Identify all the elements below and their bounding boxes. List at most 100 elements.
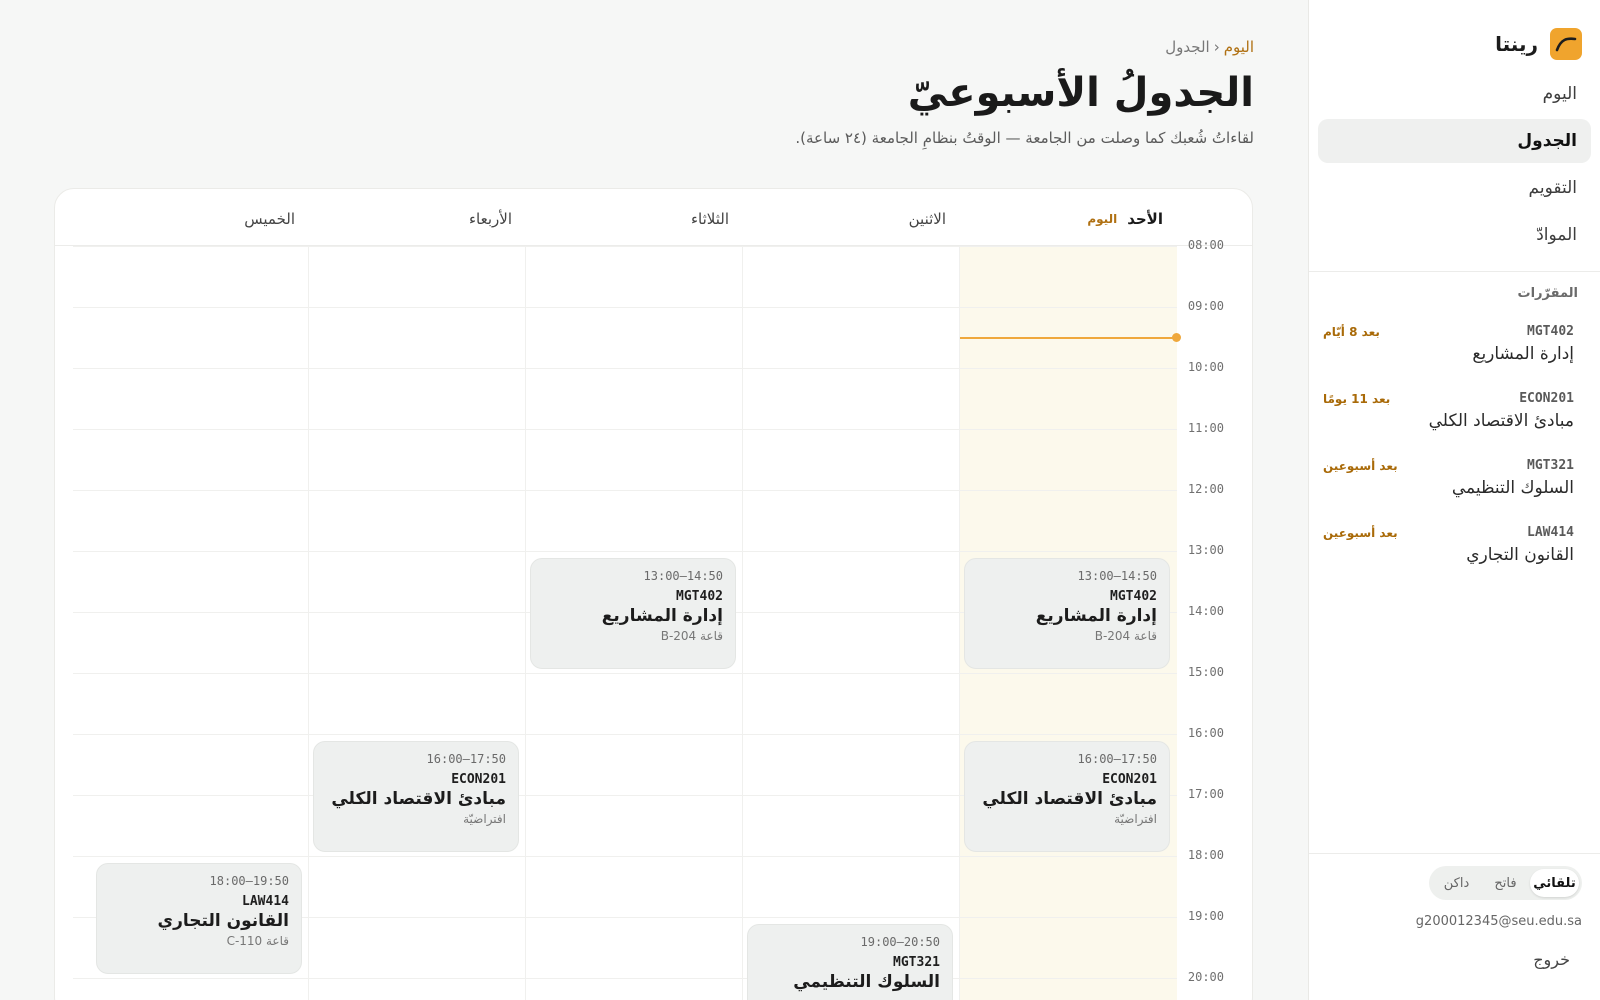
day-headers: الأحد اليوم الاثنين الثلاثاء الأربعاء الخميس: [55, 189, 1252, 246]
day-header: الثلاثاء: [691, 210, 729, 228]
event-time: 13:00–14:50: [1077, 569, 1157, 583]
class-event-mgt402[interactable]: 13:00–14:50 MGT402 إدارة المشاريع قاعة B-20…: [964, 558, 1170, 669]
event-location: افتراضيّة: [1114, 812, 1157, 826]
theme-switch: تلقائي فاتح داكن: [1429, 866, 1582, 900]
course-due-badge: بعد أسبوعين: [1323, 459, 1398, 473]
class-event-mgt321[interactable]: 19:00–20:50 MGT321 السلوك التنظيمي: [747, 924, 953, 1000]
main-nav: اليوم الجدول التقويم الموادّ: [1318, 72, 1591, 260]
event-title: إدارة المشاريع: [1035, 606, 1157, 626]
nav-item-label: التقويم: [1528, 178, 1577, 198]
hour-label: 16:00: [1187, 726, 1224, 740]
event-location: قاعة B-204: [1094, 629, 1157, 643]
day-column-divider: [525, 246, 526, 1000]
event-location: قاعة B-204: [660, 629, 723, 643]
hour-label: 08:00: [1187, 238, 1224, 252]
current-time-line: [960, 336, 1177, 339]
sidebar: رينتا اليوم الجدول التقويم الموادّ المقر…: [1308, 0, 1600, 1000]
course-item-mgt402[interactable]: MGT402 إدارة المشاريع بعد 8 أيّام: [1323, 317, 1582, 384]
class-event-mgt402[interactable]: 13:00–14:50 MGT402 إدارة المشاريع قاعة B-20…: [530, 558, 736, 669]
hour-gridline: [73, 246, 1177, 247]
course-title: إدارة المشاريع: [1472, 344, 1574, 364]
event-course-code: MGT321: [893, 955, 940, 970]
nav-item-label: الجدول: [1517, 131, 1577, 151]
course-due-badge: بعد أسبوعين: [1323, 526, 1398, 540]
day-column-divider: [742, 246, 743, 1000]
course-code: MGT321: [1527, 458, 1574, 473]
event-time: 16:00–17:50: [1077, 752, 1157, 766]
day-header-label: الخميس: [244, 210, 295, 228]
course-item-econ201[interactable]: ECON201 مبادئ الاقتصاد الكلي بعد 11 يومً…: [1323, 384, 1582, 451]
today-badge: اليوم: [1087, 212, 1118, 226]
class-event-econ201[interactable]: 16:00–17:50 ECON201 مبادئ الاقتصاد الكلي اف…: [313, 741, 519, 852]
day-header: الاثنين: [909, 210, 946, 228]
courses-heading: المقرّرات: [1517, 286, 1579, 301]
nav-item-schedule[interactable]: الجدول: [1318, 119, 1591, 163]
course-list: MGT402 إدارة المشاريع بعد 8 أيّام ECON20…: [1323, 317, 1582, 585]
course-item-mgt321[interactable]: MGT321 السلوك التنظيمي بعد أسبوعين: [1323, 451, 1582, 518]
event-title: إدارة المشاريع: [601, 606, 723, 626]
course-code: LAW414: [1527, 525, 1574, 540]
hour-gridline: [73, 429, 1177, 430]
hour-gridline: [73, 856, 1177, 857]
day-column-divider: [959, 246, 960, 1000]
class-event-law414[interactable]: 18:00–19:50 LAW414 القانون التجاري قاعة C-1…: [96, 863, 302, 974]
course-code: ECON201: [1519, 391, 1574, 406]
breadcrumb-separator: ‹: [1213, 38, 1220, 56]
current-time-dot: [1172, 333, 1181, 342]
course-item-law414[interactable]: LAW414 القانون التجاري بعد أسبوعين: [1323, 518, 1582, 585]
nav-item-materials[interactable]: الموادّ: [1318, 213, 1591, 257]
hour-label: 13:00: [1187, 543, 1224, 557]
hour-label: 14:00: [1187, 604, 1224, 618]
hour-label: 15:00: [1187, 665, 1224, 679]
logo-icon: [1550, 28, 1582, 60]
brand-name: رينتا: [1495, 32, 1538, 56]
breadcrumb: اليوم ‹ الجدول: [1165, 38, 1254, 56]
divider: [1309, 853, 1600, 854]
page-title: الجدولُ الأسبوعيّ: [907, 70, 1254, 116]
event-title: القانون التجاري: [157, 911, 289, 931]
theme-option-auto[interactable]: تلقائي: [1530, 869, 1579, 897]
weekly-calendar: الأحد اليوم الاثنين الثلاثاء الأربعاء الخميس …: [54, 188, 1253, 1000]
event-title: مبادئ الاقتصاد الكلي: [331, 789, 506, 809]
day-column-divider: [308, 246, 309, 1000]
nav-item-calendar[interactable]: التقويم: [1318, 166, 1591, 210]
breadcrumb-home[interactable]: اليوم: [1224, 38, 1254, 56]
day-header-label: الأحد: [1127, 210, 1163, 228]
day-header-label: الأربعاء: [468, 210, 512, 228]
event-location: افتراضيّة: [463, 812, 506, 826]
event-time: 16:00–17:50: [426, 752, 506, 766]
hour-gridline: [73, 673, 1177, 674]
divider: [1309, 271, 1600, 272]
event-course-code: ECON201: [1102, 772, 1157, 787]
hour-label: 10:00: [1187, 360, 1224, 374]
hour-label: 11:00: [1187, 421, 1224, 435]
logout-link[interactable]: خروج: [1533, 950, 1570, 969]
hour-label: 19:00: [1187, 909, 1224, 923]
course-due-badge: بعد 8 أيّام: [1323, 325, 1380, 339]
event-course-code: ECON201: [451, 772, 506, 787]
day-header: الأحد اليوم: [1087, 210, 1163, 228]
brand[interactable]: رينتا: [1495, 28, 1582, 60]
event-course-code: MGT402: [1110, 589, 1157, 604]
day-header-label: الاثنين: [908, 210, 946, 228]
theme-option-light[interactable]: فاتح: [1481, 869, 1530, 897]
hour-gridline: [73, 978, 1177, 979]
day-header: الأربعاء: [469, 210, 512, 228]
nav-item-label: الموادّ: [1536, 225, 1577, 245]
event-course-code: MGT402: [676, 589, 723, 604]
nav-item-today[interactable]: اليوم: [1318, 72, 1591, 116]
course-title: السلوك التنظيمي: [1451, 478, 1574, 498]
course-due-badge: بعد 11 يومًا: [1323, 392, 1391, 406]
class-event-econ201[interactable]: 16:00–17:50 ECON201 مبادئ الاقتصاد الكلي اف…: [964, 741, 1170, 852]
hour-gridline: [73, 490, 1177, 491]
event-time: 13:00–14:50: [643, 569, 723, 583]
course-title: القانون التجاري: [1466, 545, 1574, 565]
hour-gridline: [73, 368, 1177, 369]
hour-label: 09:00: [1187, 299, 1224, 313]
page-subtitle: لقاءاتُ شُعبك كما وصلت من الجامعة — الوق…: [795, 129, 1254, 147]
event-location: قاعة C-110: [226, 934, 289, 948]
event-course-code: LAW414: [242, 894, 289, 909]
nav-item-label: اليوم: [1542, 84, 1577, 104]
theme-option-dark[interactable]: داكن: [1432, 869, 1481, 897]
event-time: 19:00–20:50: [860, 935, 940, 949]
